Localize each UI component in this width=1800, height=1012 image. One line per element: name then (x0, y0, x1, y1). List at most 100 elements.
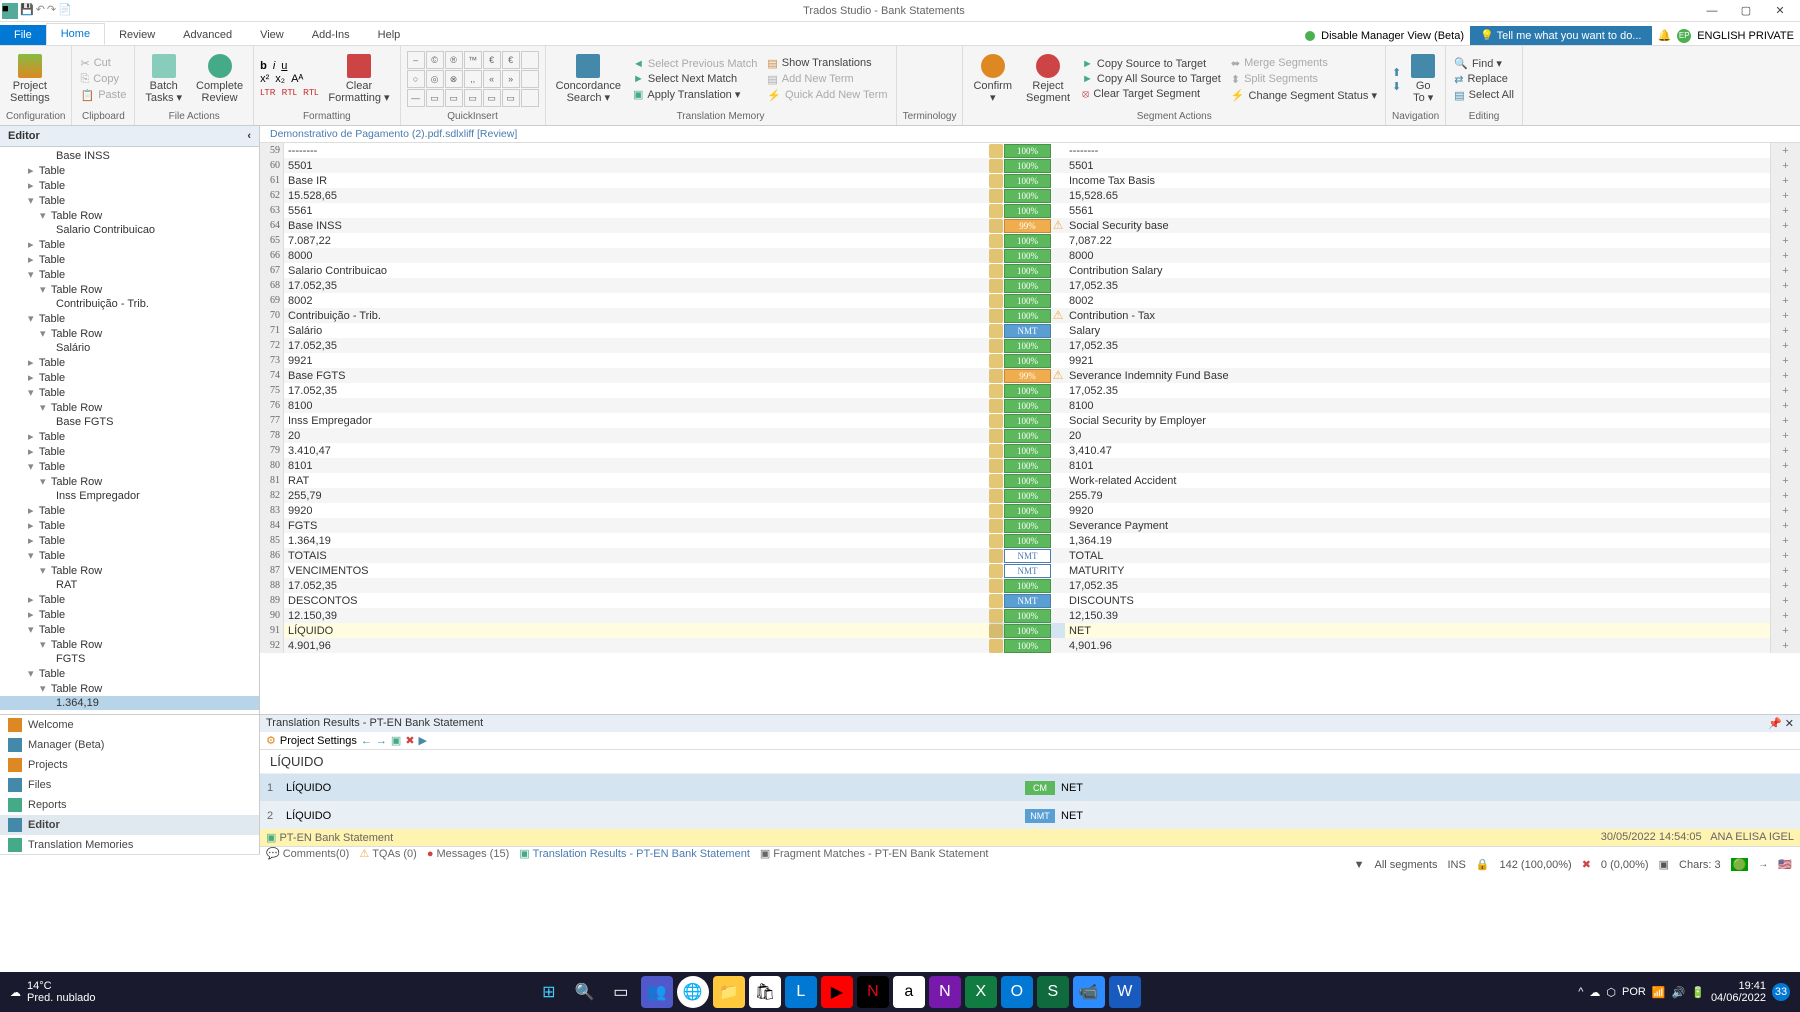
segment-row[interactable]: 81RAT100%Work-related Accident+ (260, 473, 1800, 488)
segment-source[interactable]: 17.052,35 (284, 338, 989, 353)
segment-target[interactable]: Contribution - Tax (1065, 308, 1770, 323)
maximize-button[interactable]: ▢ (1730, 3, 1762, 19)
store-icon[interactable]: 🛍 (749, 976, 781, 1008)
segment-row[interactable]: 8817.052,35100%17,052.35+ (260, 578, 1800, 593)
segment-source[interactable]: Base FGTS (284, 368, 989, 383)
segment-add-icon[interactable]: + (1770, 158, 1800, 173)
tree-item[interactable]: ▾ Table Row (0, 400, 259, 415)
segment-row[interactable]: 70Contribuição - Trib.100%⚠Contribution … (260, 308, 1800, 323)
show-translations-button[interactable]: ▤Show Translations (765, 56, 889, 71)
replace-button[interactable]: ⇄Replace (1452, 72, 1516, 87)
nav-up-icon[interactable]: ⬆ (1392, 66, 1401, 79)
cut-button[interactable]: ✂Cut (78, 56, 128, 71)
tree-item[interactable]: ▸ Table (0, 163, 259, 178)
tab-addins[interactable]: Add-Ins (298, 25, 364, 45)
btab-translation-results[interactable]: ▣Translation Results - PT-EN Bank Statem… (519, 847, 750, 860)
segment-source[interactable]: VENCIMENTOS (284, 563, 989, 578)
confirm-button[interactable]: Confirm ▾ (969, 52, 1016, 106)
segment-row[interactable]: 605501100%5501+ (260, 158, 1800, 173)
split-button[interactable]: ⬍Split Segments (1229, 72, 1379, 87)
tree-item[interactable]: ▾ Table (0, 622, 259, 637)
segment-add-icon[interactable]: + (1770, 473, 1800, 488)
toggle-icon[interactable] (1305, 31, 1315, 41)
tree-item[interactable]: ▸ Table (0, 237, 259, 252)
segment-source[interactable]: LÍQUIDO (284, 623, 989, 638)
segment-row[interactable]: 91LÍQUIDO100%NET+ (260, 623, 1800, 638)
tray-chevron-icon[interactable]: ^ (1578, 986, 1583, 998)
segment-add-icon[interactable]: + (1770, 308, 1800, 323)
tray-cloud-icon[interactable]: ☁ (1589, 986, 1600, 999)
app-l-icon[interactable]: L (785, 976, 817, 1008)
tree-item[interactable]: ▾ Table Row (0, 563, 259, 578)
segment-target[interactable]: MATURITY (1065, 563, 1770, 578)
segment-add-icon[interactable]: + (1770, 428, 1800, 443)
nav-manager[interactable]: Manager (Beta) (0, 735, 259, 755)
segment-row[interactable]: 9012.150,39100%12,150.39+ (260, 608, 1800, 623)
quick-add-term-button[interactable]: ⚡Quick Add New Term (765, 88, 889, 103)
segment-row[interactable]: 7820100%20+ (260, 428, 1800, 443)
segment-source[interactable]: 8100 (284, 398, 989, 413)
concordance-button[interactable]: Concordance Search ▾ (552, 52, 625, 106)
weather-widget[interactable]: ☁ 14°C Pred. nublado (0, 980, 106, 1004)
segment-source[interactable]: Salario Contribuicao (284, 263, 989, 278)
segment-target[interactable]: Contribution Salary (1065, 263, 1770, 278)
tree-item[interactable]: Base FGTS (0, 415, 259, 429)
segment-target[interactable]: 7,087.22 (1065, 233, 1770, 248)
tree-item[interactable]: ▸ Table (0, 518, 259, 533)
segment-target[interactable]: NET (1065, 623, 1770, 638)
segment-target[interactable]: 8100 (1065, 398, 1770, 413)
segment-target[interactable]: 17,052.35 (1065, 278, 1770, 293)
tab-view[interactable]: View (246, 25, 298, 45)
clear-formatting-button[interactable]: Clear Formatting ▾ (324, 52, 393, 106)
segment-add-icon[interactable]: + (1770, 368, 1800, 383)
nav-editor[interactable]: Editor (0, 815, 259, 835)
tm-close-icon[interactable]: ✕ (1785, 718, 1794, 730)
segment-row[interactable]: 87VENCIMENTOSNMTMATURITY+ (260, 563, 1800, 578)
batch-tasks-button[interactable]: Batch Tasks ▾ (141, 52, 186, 106)
teams-icon[interactable]: 👥 (641, 976, 673, 1008)
segment-target[interactable]: 20 (1065, 428, 1770, 443)
segment-add-icon[interactable]: + (1770, 233, 1800, 248)
tree-item[interactable]: ▾ Table Row (0, 282, 259, 297)
segment-target[interactable]: 12,150.39 (1065, 608, 1770, 623)
segment-row[interactable]: 6215.528,65100%15,528.65+ (260, 188, 1800, 203)
segment-target[interactable]: DISCOUNTS (1065, 593, 1770, 608)
tm-pin-icon[interactable]: 📌 (1768, 718, 1782, 730)
segment-add-icon[interactable]: + (1770, 413, 1800, 428)
lang-label[interactable]: ENGLISH PRIVATE (1697, 30, 1794, 42)
tree-item[interactable]: ▾ Table Row (0, 208, 259, 223)
onenote-icon[interactable]: N (929, 976, 961, 1008)
qat-doc-icon[interactable]: 📄 (58, 3, 72, 19)
tm-prev-icon[interactable]: ← (361, 735, 372, 747)
segment-add-icon[interactable]: + (1770, 353, 1800, 368)
tray-date[interactable]: 04/06/2022 (1711, 992, 1766, 1004)
tree-item[interactable]: ▸ Table (0, 503, 259, 518)
btab-fragment-matches[interactable]: ▣Fragment Matches - PT-EN Bank Statement (760, 847, 989, 860)
tm-project-settings[interactable]: Project Settings (280, 735, 357, 747)
qat-undo-icon[interactable]: ↶ (36, 3, 45, 19)
segment-target[interactable]: 17,052.35 (1065, 383, 1770, 398)
segment-target[interactable]: Social Security by Employer (1065, 413, 1770, 428)
nav-tm[interactable]: Translation Memories (0, 835, 259, 855)
segment-add-icon[interactable]: + (1770, 143, 1800, 158)
segment-target[interactable]: Social Security base (1065, 218, 1770, 233)
tab-home[interactable]: Home (46, 23, 105, 45)
tree-item[interactable]: ▾ Table (0, 459, 259, 474)
segment-target[interactable]: 9920 (1065, 503, 1770, 518)
tree-item[interactable]: ▸ Table (0, 592, 259, 607)
tm-del-icon[interactable]: ✖ (405, 734, 414, 747)
segment-source[interactable]: 15.528,65 (284, 188, 989, 203)
start-icon[interactable]: ⊞ (533, 976, 565, 1008)
segment-source[interactable]: 8101 (284, 458, 989, 473)
tray-lang[interactable]: POR (1622, 986, 1646, 998)
amazon-icon[interactable]: a (893, 976, 925, 1008)
reject-button[interactable]: Reject Segment (1022, 52, 1074, 106)
quickinsert-grid[interactable]: –©®™€€ ○◎⊗,,«» —▭▭▭▭▭ (407, 51, 539, 107)
segment-row[interactable]: 635561100%5561+ (260, 203, 1800, 218)
change-status-button[interactable]: ⚡Change Segment Status ▾ (1229, 88, 1379, 103)
tab-file[interactable]: File (0, 25, 46, 45)
segment-add-icon[interactable]: + (1770, 398, 1800, 413)
bell-icon[interactable]: 🔔 (1658, 29, 1672, 42)
segment-add-icon[interactable]: + (1770, 203, 1800, 218)
segment-row[interactable]: 668000100%8000+ (260, 248, 1800, 263)
